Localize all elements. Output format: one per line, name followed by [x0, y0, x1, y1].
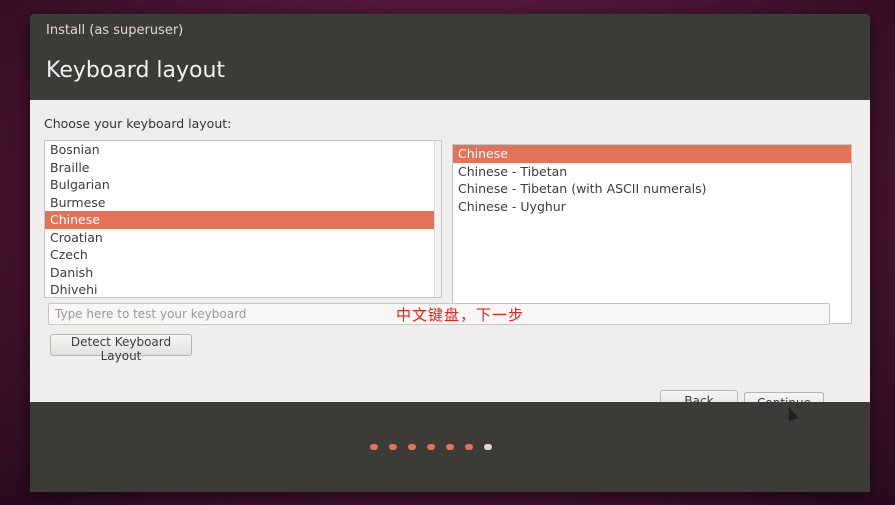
layout-list-item[interactable]: Bosnian — [45, 141, 441, 159]
layout-list-item[interactable]: Braille — [45, 159, 441, 177]
progress-dot — [370, 444, 378, 450]
layout-list-item[interactable]: Czech — [45, 246, 441, 264]
progress-dot — [465, 444, 473, 450]
page-title: Keyboard layout — [46, 58, 226, 83]
layout-list-item[interactable]: Chinese — [45, 211, 441, 229]
variant-list-item[interactable]: Chinese — [453, 145, 851, 163]
progress-dot — [427, 444, 435, 450]
keyboard-test-input[interactable] — [48, 303, 830, 325]
layout-list-item[interactable]: Burmese — [45, 194, 441, 212]
variant-list-item[interactable]: Chinese - Tibetan (with ASCII numerals) — [453, 180, 851, 198]
layout-list-scrollbar[interactable] — [434, 141, 441, 297]
layout-list-item[interactable]: Danish — [45, 264, 441, 282]
layout-list-item[interactable]: Dhivehi — [45, 281, 441, 297]
layout-prompt-label: Choose your keyboard layout: — [44, 116, 232, 131]
progress-footer — [30, 402, 870, 492]
variant-list-item[interactable]: Chinese - Uyghur — [453, 198, 851, 216]
layout-list-item[interactable]: Bulgarian — [45, 176, 441, 194]
progress-dot — [484, 444, 492, 450]
detect-keyboard-layout-button[interactable]: Detect Keyboard Layout — [50, 334, 192, 363]
progress-dot — [408, 444, 416, 450]
progress-dot — [389, 444, 397, 450]
layout-list[interactable]: Bosnian Braille Bulgarian Burmese Chinese Cro… — [44, 140, 442, 298]
installer-window: Install (as superuser) Keyboard layout C… — [30, 14, 870, 492]
variant-list[interactable]: Chinese Chinese - Tibetan Chinese - Tibeta… — [452, 144, 852, 324]
progress-dots — [370, 444, 492, 450]
content-area: Choose your keyboard layout: Bosnian Brai… — [30, 100, 870, 414]
window-title: Install (as superuser) — [46, 23, 184, 38]
variant-list-item[interactable]: Chinese - Tibetan — [453, 163, 851, 181]
layout-list-item[interactable]: Croatian — [45, 229, 441, 247]
progress-dot — [446, 444, 454, 450]
